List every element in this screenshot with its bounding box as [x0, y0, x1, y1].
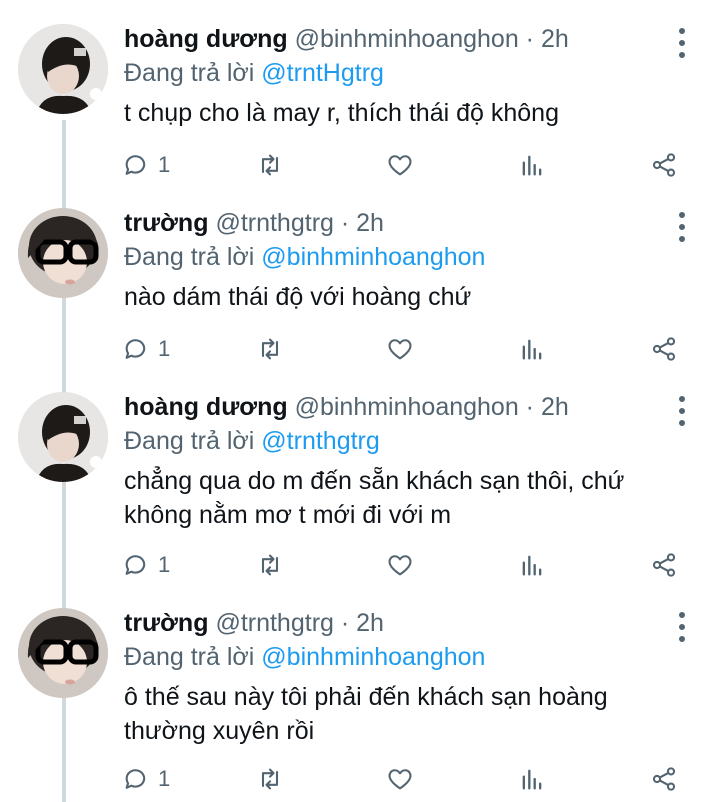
tweet-header: hoàng dương @binhminhoanghon · 2h: [124, 22, 569, 56]
reply-count: 1: [158, 552, 171, 577]
heart-icon: [388, 339, 412, 360]
share-button[interactable]: [650, 762, 678, 796]
share-icon: [652, 553, 676, 577]
mention-link[interactable]: @trntHgtrg: [261, 59, 384, 87]
retweet-icon: [261, 554, 279, 576]
retweet-button[interactable]: [256, 762, 284, 796]
replying-to: Đang trả lời @binhminhoanghon: [124, 640, 485, 674]
retweet-button[interactable]: [256, 548, 284, 582]
reply-icon: [125, 155, 146, 175]
author-handle[interactable]: @trnthgtrg · 2h: [215, 209, 384, 237]
retweet-icon: [261, 338, 279, 360]
views-button[interactable]: [518, 548, 546, 582]
mention-link[interactable]: @binhminhoanghon: [261, 643, 485, 671]
author-name[interactable]: trường: [124, 609, 208, 637]
share-icon: [652, 337, 676, 361]
more-icon[interactable]: [672, 28, 692, 58]
author-handle[interactable]: @trnthgtrg · 2h: [215, 609, 384, 637]
reply-button[interactable]: 1: [122, 548, 170, 582]
tweet-text: nào dám thái độ với hoàng chứ: [124, 283, 472, 311]
like-button[interactable]: [386, 762, 414, 796]
replying-prefix: Đang trả lời: [124, 243, 255, 271]
replying-prefix: Đang trả lời: [124, 59, 255, 87]
tweet-header: trường @trnthgtrg · 2h: [124, 206, 384, 240]
tweet-header: trường @trnthgtrg · 2h: [124, 606, 384, 640]
views-button[interactable]: [518, 148, 546, 182]
tweet-text: t chụp cho là may r, thích thái độ không: [124, 99, 559, 127]
tweet[interactable]: trường @trnthgtrg · 2h Đang trả lời @bin…: [0, 208, 720, 378]
retweet-button[interactable]: [256, 332, 284, 366]
tweet-text: ô thế sau này tôi phải đến khách sạn hoà…: [124, 683, 608, 745]
views-button[interactable]: [518, 762, 546, 796]
avatar[interactable]: [18, 208, 108, 298]
reply-button[interactable]: 1: [122, 148, 170, 182]
author-handle[interactable]: @binhminhoanghon · 2h: [295, 393, 569, 421]
mention-link[interactable]: @trnthgtrg: [261, 427, 379, 455]
author-name[interactable]: trường: [124, 209, 208, 237]
share-button[interactable]: [650, 148, 678, 182]
reply-icon: [125, 555, 146, 575]
reply-button[interactable]: 1: [122, 762, 170, 796]
author-name[interactable]: hoàng dương: [124, 393, 288, 421]
heart-icon: [388, 555, 412, 576]
share-icon: [652, 767, 676, 791]
avatar[interactable]: [18, 392, 108, 482]
analytics-icon: [522, 339, 542, 360]
heart-icon: [388, 155, 412, 176]
like-button[interactable]: [386, 148, 414, 182]
share-button[interactable]: [650, 332, 678, 366]
reply-icon: [125, 769, 146, 789]
retweet-icon: [261, 154, 279, 176]
author-handle[interactable]: @binhminhoanghon · 2h: [295, 25, 569, 53]
action-bar: 1: [0, 332, 720, 366]
tweet[interactable]: trường @trnthgtrg · 2h Đang trả lời @bin…: [0, 608, 720, 802]
tweet-text: chẳng qua do m đến sẵn khách sạn thôi, c…: [124, 467, 625, 529]
analytics-icon: [522, 555, 542, 576]
share-icon: [652, 153, 676, 177]
avatar[interactable]: [18, 24, 108, 114]
share-button[interactable]: [650, 548, 678, 582]
action-bar: 1: [0, 762, 720, 796]
reply-icon: [125, 339, 146, 359]
avatar[interactable]: [18, 608, 108, 698]
replying-to: Đang trả lời @trntHgtrg: [124, 56, 384, 90]
retweet-icon: [261, 768, 279, 790]
heart-icon: [388, 769, 412, 790]
reply-count: 1: [158, 766, 171, 791]
reply-button[interactable]: 1: [122, 332, 170, 366]
retweet-button[interactable]: [256, 148, 284, 182]
analytics-icon: [522, 155, 542, 176]
like-button[interactable]: [386, 548, 414, 582]
views-button[interactable]: [518, 332, 546, 366]
reply-count: 1: [158, 152, 171, 177]
tweet-header: hoàng dương @binhminhoanghon · 2h: [124, 390, 569, 424]
tweet[interactable]: hoàng dương @binhminhoanghon · 2h Đang t…: [0, 392, 720, 596]
analytics-icon: [522, 769, 542, 790]
action-bar: 1: [0, 148, 720, 182]
mention-link[interactable]: @binhminhoanghon: [261, 243, 485, 271]
replying-prefix: Đang trả lời: [124, 643, 255, 671]
more-icon[interactable]: [672, 212, 692, 242]
more-icon[interactable]: [672, 396, 692, 426]
replying-prefix: Đang trả lời: [124, 427, 255, 455]
reply-count: 1: [158, 336, 171, 361]
tweet[interactable]: hoàng dương @binhminhoanghon · 2h Đang t…: [0, 24, 720, 194]
action-bar: 1: [0, 548, 720, 582]
like-button[interactable]: [386, 332, 414, 366]
replying-to: Đang trả lời @binhminhoanghon: [124, 240, 485, 274]
replying-to: Đang trả lời @trnthgtrg: [124, 424, 380, 458]
more-icon[interactable]: [672, 612, 692, 642]
author-name[interactable]: hoàng dương: [124, 25, 288, 53]
